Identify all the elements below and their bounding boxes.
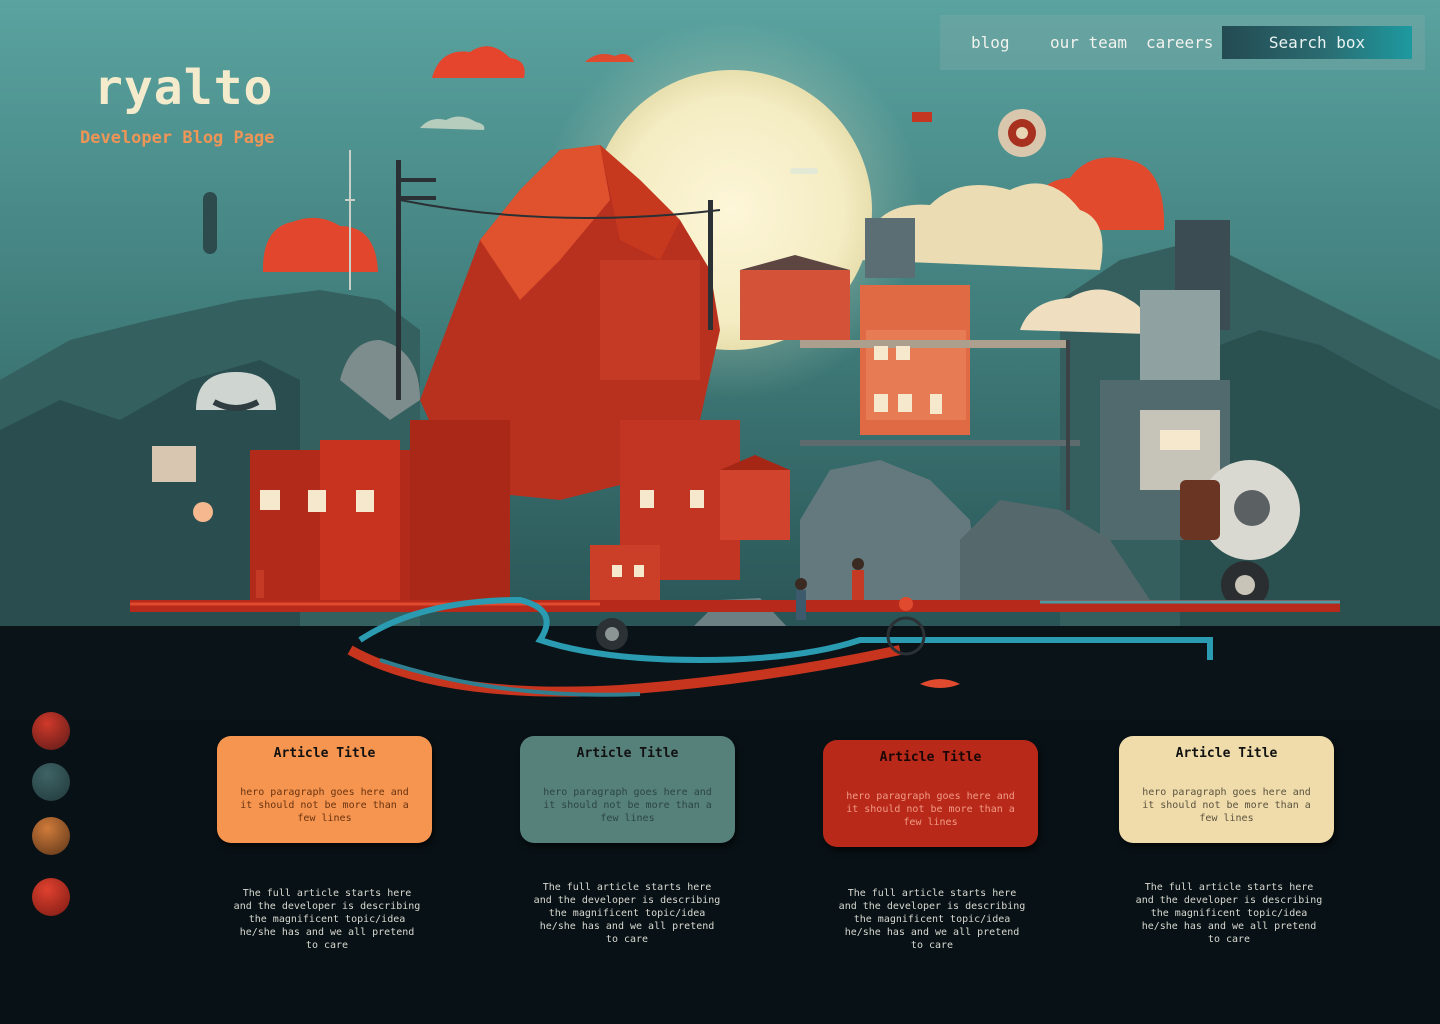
site-logo-title[interactable]: ryalto [94,60,273,116]
article-title: Article Title [1175,746,1278,761]
palette-swatch-red [32,712,70,750]
article-excerpt: The full article starts here and the dev… [233,888,421,951]
article-hero-text: hero paragraph goes here and it should n… [1142,787,1311,824]
article-title: Article Title [879,750,982,765]
search-input[interactable] [1222,26,1412,59]
article-card[interactable]: Article Title hero paragraph goes here a… [823,740,1038,847]
palette-swatch-teal [32,763,70,801]
nav-link-careers[interactable]: careers [1146,33,1213,52]
article-hero-text: hero paragraph goes here and it should n… [846,791,1015,828]
article-hero-text: hero paragraph goes here and it should n… [543,787,712,824]
nav-link-our-team[interactable]: our team [1050,33,1127,52]
article-card[interactable]: Article Title hero paragraph goes here a… [217,736,432,843]
article-excerpt: The full article starts here and the dev… [838,888,1026,951]
article-title: Article Title [273,746,376,761]
article-card[interactable]: Article Title hero paragraph goes here a… [1119,736,1334,843]
palette-swatch-orange [32,817,70,855]
site-subtitle: Developer Blog Page [80,128,275,148]
hero-banner: ryalto Developer Blog Page [0,0,1440,720]
article-excerpt: The full article starts here and the dev… [1135,882,1323,945]
article-title: Article Title [576,746,679,761]
nav-link-blog[interactable]: blog [971,33,1010,52]
article-hero-text: hero paragraph goes here and it should n… [240,787,409,824]
article-excerpt: The full article starts here and the dev… [533,882,721,945]
palette-swatch-bright-red [32,878,70,916]
article-card[interactable]: Article Title hero paragraph goes here a… [520,736,735,843]
